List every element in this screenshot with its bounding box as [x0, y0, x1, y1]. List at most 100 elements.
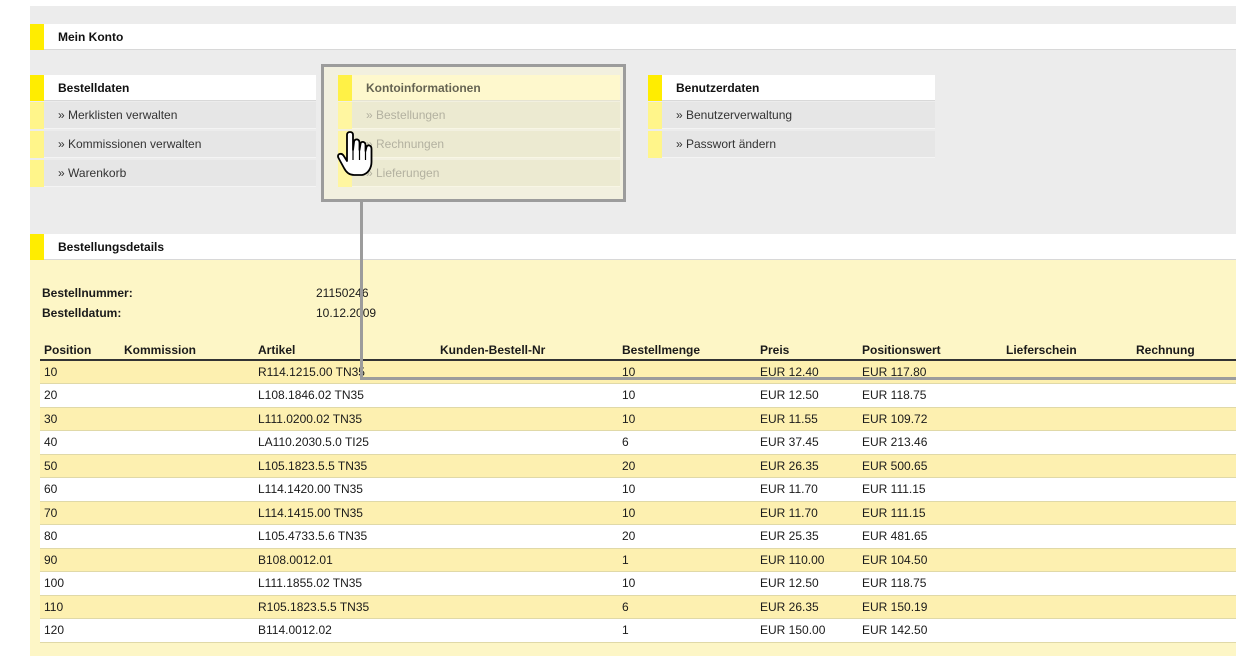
table-cell: LA110.2030.5.0 TI25: [254, 430, 436, 455]
menu-item-label: » Kommissionen verwalten: [58, 137, 202, 151]
table-cell: L111.1855.02 TN35: [254, 571, 436, 596]
menu-item-label: » Passwort ändern: [676, 137, 777, 151]
column-header: Rechnung: [1132, 340, 1236, 361]
table-row[interactable]: 80 L105.4733.5.6 TN35 20 EUR 25.35 EUR 481.6…: [40, 524, 1236, 549]
table-row[interactable]: 100 L111.1855.02 TN35 10 EUR 12.50 EUR 118.7…: [40, 571, 1236, 596]
table-cell: L108.1846.02 TN35: [254, 383, 436, 408]
accent-marker: [648, 130, 662, 158]
table-cell: [1132, 383, 1236, 408]
table-cell: 6: [618, 430, 756, 455]
table-cell: EUR 11.70: [756, 477, 858, 502]
accent-marker: [30, 233, 44, 260]
table-cell: [436, 407, 618, 431]
table-row[interactable]: 110 R105.1823.5.5 TN35 6 EUR 26.35 EUR 150.1…: [40, 595, 1236, 619]
table-cell: EUR 142.50: [858, 618, 1002, 643]
menu-item-label: » Merklisten verwalten: [58, 108, 178, 122]
table-cell: [1132, 430, 1236, 455]
table-cell: [1002, 524, 1132, 549]
table-row[interactable]: 40 LA110.2030.5.0 TI25 6 EUR 37.45 EUR 213.4…: [40, 430, 1236, 455]
table-cell: [436, 548, 618, 572]
table-cell: 10: [618, 571, 756, 596]
table-cell: [1002, 407, 1132, 431]
table-cell: 1: [618, 548, 756, 572]
page: Mein Konto Bestelldaten » Merklisten ver…: [0, 0, 1236, 660]
table-cell: 10: [618, 501, 756, 525]
table-cell: L114.1415.00 TN35: [254, 501, 436, 525]
table-row[interactable]: 120 B114.0012.02 1 EUR 150.00 EUR 142.50: [40, 618, 1236, 643]
table-cell: 40: [40, 430, 120, 455]
table-cell: 10: [618, 477, 756, 502]
accent-marker: [648, 101, 662, 129]
table-cell: [1002, 571, 1132, 596]
table-cell: [120, 430, 254, 455]
table-cell: 10: [618, 407, 756, 431]
hand-pointer-icon: [337, 131, 373, 176]
table-cell: [1002, 501, 1132, 525]
table-cell: 20: [618, 454, 756, 478]
table-cell: [120, 407, 254, 431]
table-cell: EUR 150.00: [756, 618, 858, 643]
table-cell: [436, 618, 618, 643]
accent-marker: [30, 159, 44, 187]
menu-item-label: » Warenkorb: [58, 166, 127, 180]
table-cell: [1132, 618, 1236, 643]
table-cell: [1002, 454, 1132, 478]
table-cell: [436, 383, 618, 408]
table-row[interactable]: 70 L114.1415.00 TN35 10 EUR 11.70 EUR 111.15: [40, 501, 1236, 525]
menu-item-warenkorb[interactable]: » Warenkorb: [30, 159, 316, 187]
table-cell: B108.0012.01: [254, 548, 436, 572]
table-cell: [1132, 407, 1236, 431]
menu-item-passwort[interactable]: » Passwort ändern: [648, 130, 935, 158]
menu-header: Bestelldaten: [30, 74, 316, 101]
table-cell: EUR 11.70: [756, 501, 858, 525]
menu-item-benutzerverwaltung[interactable]: » Benutzerverwaltung: [648, 101, 935, 129]
table-cell: 50: [40, 454, 120, 478]
table-cell: [436, 595, 618, 619]
table-cell: [1002, 548, 1132, 572]
table-cell: [1132, 501, 1236, 525]
table-cell: EUR 109.72: [858, 407, 1002, 431]
menu-item-merklisten[interactable]: » Merklisten verwalten: [30, 101, 316, 129]
table-cell: EUR 12.50: [756, 383, 858, 408]
callout-line-horizontal: [360, 377, 1236, 380]
table-cell: [436, 454, 618, 478]
table-cell: 10: [40, 360, 120, 384]
column-header: Lieferschein: [1002, 340, 1132, 361]
table-cell: L111.0200.02 TN35: [254, 407, 436, 431]
table-cell: 6: [618, 595, 756, 619]
table-cell: [436, 571, 618, 596]
table-cell: EUR 118.75: [858, 383, 1002, 408]
order-date-value: 10.12.2009: [316, 306, 377, 320]
table-cell: 80: [40, 524, 120, 549]
table-cell: EUR 111.15: [858, 501, 1002, 525]
accent-marker: [30, 101, 44, 129]
table-cell: EUR 104.50: [858, 548, 1002, 572]
table-cell: [120, 477, 254, 502]
table-cell: [120, 524, 254, 549]
order-table: Position Kommission Artikel Kunden-Bestell-…: [40, 340, 1236, 643]
accent-marker: [30, 74, 44, 101]
table-cell: [1002, 595, 1132, 619]
details-header: Bestellungsdetails: [30, 233, 1236, 260]
table-row[interactable]: 50 L105.1823.5.5 TN35 20 EUR 26.35 EUR 500.6…: [40, 454, 1236, 478]
table-cell: EUR 26.35: [756, 595, 858, 619]
table-row[interactable]: 30 L111.0200.02 TN35 10 EUR 11.55 EUR 109.72: [40, 407, 1236, 431]
table-cell: [436, 524, 618, 549]
table-cell: 90: [40, 548, 120, 572]
menu-item-kommissionen[interactable]: » Kommissionen verwalten: [30, 130, 316, 158]
column-header: Kommission: [120, 340, 254, 361]
table-row[interactable]: 20 L108.1846.02 TN35 10 EUR 12.50 EUR 118.75: [40, 383, 1236, 408]
table-cell: 30: [40, 407, 120, 431]
table-row[interactable]: 60 L114.1420.00 TN35 10 EUR 11.70 EUR 111.15: [40, 477, 1236, 502]
page-header: Mein Konto: [30, 23, 1236, 50]
table-cell: [1132, 595, 1236, 619]
table-cell: [1002, 618, 1132, 643]
order-number-label: Bestellnummer:: [42, 286, 133, 300]
table-cell: [120, 548, 254, 572]
table-cell: EUR 213.46: [858, 430, 1002, 455]
table-cell: 60: [40, 477, 120, 502]
accent-marker: [30, 23, 44, 50]
column-header: Kunden-Bestell-Nr: [436, 340, 618, 361]
table-row[interactable]: 90 B108.0012.01 1 EUR 110.00 EUR 104.50: [40, 548, 1236, 572]
column-header: Position: [40, 340, 120, 361]
